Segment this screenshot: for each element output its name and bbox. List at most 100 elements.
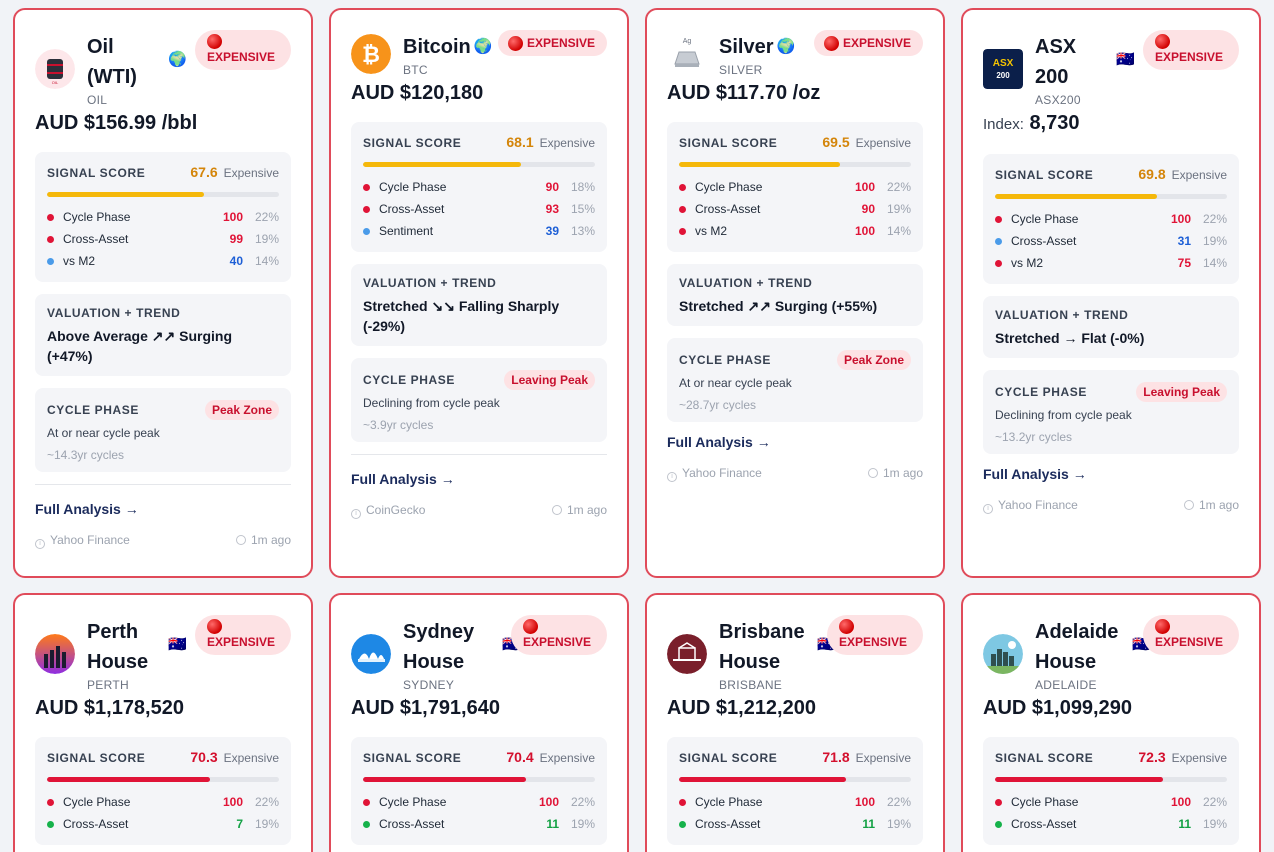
- red-circle-icon: [823, 35, 839, 51]
- card-header: OIL Oil (WTI) OIL 🌍 EXPENSIVE: [35, 10, 291, 110]
- signal-score-title: SIGNAL SCORE: [47, 166, 146, 180]
- card-footer: i CoinGecko 1m ago: [351, 503, 607, 519]
- asset-card-sydney-house[interactable]: Sydney House SYDNEY 🇦🇺 EXPENSIVE AUD $1,…: [329, 593, 629, 852]
- metric-row: Cross-Asset 93 15%: [363, 198, 595, 220]
- card-header: Perth House PERTH 🇦🇺 EXPENSIVE: [35, 595, 291, 695]
- cycle-phase-panel: CYCLE PHASE Peak Zone At or near cycle pe…: [667, 338, 923, 422]
- full-analysis-link[interactable]: Full Analysis →: [351, 471, 455, 487]
- data-source: Yahoo Finance: [682, 466, 762, 480]
- sydney-opera-house-icon: [351, 634, 391, 674]
- data-source: Yahoo Finance: [998, 498, 1078, 512]
- signal-score-value: 69.8: [1138, 166, 1166, 182]
- oil-barrel-icon: OIL: [35, 49, 75, 89]
- info-icon: i: [351, 509, 361, 519]
- svg-text:₿: ₿: [362, 42, 380, 67]
- red-circle-icon: [839, 619, 854, 634]
- signal-score-bar: [363, 162, 595, 167]
- metric-row: Cycle Phase 100 22%: [47, 206, 279, 228]
- asset-price: Index: 8,730: [983, 112, 1080, 134]
- signal-score-panel: SIGNAL SCORE 69.5 Expensive Cycle Phase 100…: [667, 122, 923, 252]
- signal-score-bar: [47, 192, 279, 197]
- metric-row: Cycle Phase 100 22%: [47, 791, 279, 813]
- signal-score-label: Expensive: [223, 166, 279, 180]
- signal-score-panel: SIGNAL SCORE 68.1 Expensive Cycle Phase 90 1…: [351, 122, 607, 252]
- red-circle-icon: [507, 35, 523, 51]
- silver-bar-icon: Ag: [667, 34, 707, 74]
- data-source: CoinGecko: [366, 503, 426, 517]
- asset-card-oil[interactable]: OIL Oil (WTI) OIL 🌍 EXPENSIVE AUD $156.9…: [13, 8, 313, 578]
- asset-name: ASX 200: [1035, 36, 1077, 88]
- signal-score-bar: [679, 777, 911, 782]
- full-analysis-link[interactable]: Full Analysis →: [983, 466, 1087, 482]
- red-circle-icon: [207, 619, 222, 634]
- status-badge: EXPENSIVE: [195, 30, 291, 70]
- signal-score-value: 69.5: [822, 134, 850, 150]
- metric-row: Cross-Asset 90 19%: [679, 198, 911, 220]
- valuation-trend-panel: VALUATION + TREND Stretched ↗↗ Surging (…: [667, 264, 923, 326]
- cycle-phase-panel: CYCLE PHASE Peak Zone At or near cycle pe…: [35, 388, 291, 472]
- asset-price: AUD $1,099,290: [983, 697, 1132, 719]
- metric-row: vs M2 100 14%: [679, 220, 911, 242]
- divider: [35, 484, 291, 485]
- clock-icon: [551, 505, 562, 515]
- asset-price: AUD $117.70 /oz: [667, 82, 821, 104]
- svg-text:OIL: OIL: [52, 80, 59, 85]
- updated-time: 1m ago: [566, 503, 607, 517]
- asset-card-bitcoin[interactable]: ₿ Bitcoin 🌍 BTC EXPENSIVE AUD $120,180 SI…: [329, 8, 629, 578]
- signal-score-bar: [363, 777, 595, 782]
- info-icon: i: [983, 504, 993, 514]
- cycle-phase-badge: Leaving Peak: [1136, 382, 1227, 402]
- signal-score-panel: SIGNAL SCORE 72.3 Expensive Cycle Phase 100…: [983, 737, 1239, 845]
- asset-price: AUD $1,178,520: [35, 697, 184, 719]
- bitcoin-icon: ₿: [351, 34, 391, 74]
- status-badge: EXPENSIVE: [1143, 30, 1239, 70]
- asset-card-perth-house[interactable]: Perth House PERTH 🇦🇺 EXPENSIVE AUD $1,17…: [13, 593, 313, 852]
- asset-card-silver[interactable]: Ag Silver 🌍 SILVER EXPENSIVE AUD $117.70 …: [645, 8, 945, 578]
- metric-row: vs M2 75 14%: [995, 252, 1227, 274]
- metric-row: vs M2 40 14%: [47, 250, 279, 272]
- cycle-phase-badge: Peak Zone: [836, 350, 911, 370]
- updated-time: 1m ago: [1198, 498, 1239, 512]
- metric-row: Cross-Asset 11 19%: [363, 813, 595, 835]
- metric-row: Cross-Asset 11 19%: [679, 813, 911, 835]
- perth-skyline-icon: [35, 634, 75, 674]
- data-source: Yahoo Finance: [50, 533, 130, 547]
- updated-time: 1m ago: [882, 466, 923, 480]
- full-analysis-link[interactable]: Full Analysis →: [35, 501, 139, 517]
- metric-row: Cross-Asset 11 19%: [995, 813, 1227, 835]
- status-badge: EXPENSIVE: [813, 30, 923, 56]
- updated-time: 1m ago: [250, 533, 291, 547]
- asx-logo-icon: ASX 200: [983, 49, 1023, 89]
- status-badge: EXPENSIVE: [195, 615, 291, 655]
- asset-card-brisbane-house[interactable]: Brisbane House BRISBANE 🇦🇺 EXPENSIVE AUD…: [645, 593, 945, 852]
- globe-icon: 🌍: [776, 38, 796, 55]
- asset-grid: OIL Oil (WTI) OIL 🌍 EXPENSIVE AUD $156.9…: [0, 0, 1274, 852]
- metric-row: Cycle Phase 100 22%: [679, 791, 911, 813]
- card-header: Adelaide House ADELAIDE 🇦🇺 EXPENSIVE: [983, 595, 1239, 695]
- svg-text:ASX: ASX: [993, 58, 1014, 69]
- full-analysis-link[interactable]: Full Analysis →: [667, 434, 771, 450]
- asset-ticker: BRISBANE: [719, 678, 783, 692]
- asset-ticker: BTC: [403, 63, 428, 77]
- red-circle-icon: [523, 619, 538, 634]
- status-badge: EXPENSIVE: [827, 615, 923, 655]
- valuation-trend-panel: VALUATION + TREND Above Average ↗↗ Surgi…: [35, 294, 291, 376]
- metric-row: Cross-Asset 99 19%: [47, 228, 279, 250]
- status-badge: EXPENSIVE: [1143, 615, 1239, 655]
- asset-card-asx200[interactable]: ASX 200 ASX 200 ASX200 🇦🇺 EXPENSIVE Index…: [961, 8, 1261, 578]
- asset-name: Oil (WTI): [87, 36, 137, 88]
- asset-name: Sydney House: [403, 621, 475, 673]
- metric-row: Cycle Phase 100 22%: [995, 208, 1227, 230]
- cycle-phase-panel: CYCLE PHASE Leaving Peak Declining from c…: [351, 358, 607, 442]
- card-header: Sydney House SYDNEY 🇦🇺 EXPENSIVE: [351, 595, 607, 695]
- globe-icon: 🌍: [473, 38, 493, 55]
- asset-card-adelaide-house[interactable]: Adelaide House ADELAIDE 🇦🇺 EXPENSIVE AUD…: [961, 593, 1261, 852]
- asset-name: Adelaide House: [1035, 621, 1119, 673]
- globe-icon: 🌍: [168, 51, 187, 68]
- signal-score-panel: SIGNAL SCORE 69.8 Expensive Cycle Phase 100…: [983, 154, 1239, 284]
- brisbane-bridge-icon: [667, 634, 707, 674]
- clock-icon: [1183, 500, 1194, 510]
- metric-row: Cycle Phase 90 18%: [363, 176, 595, 198]
- signal-score-value: 67.6: [190, 164, 218, 180]
- signal-score-value: 70.3: [190, 749, 218, 765]
